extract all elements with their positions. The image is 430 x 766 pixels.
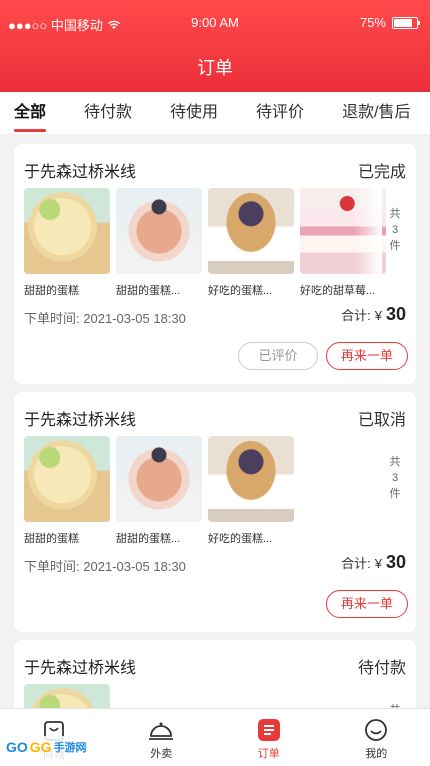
product-image: [116, 188, 202, 274]
cloche-icon: [149, 722, 174, 740]
product-name: 甜甜的蛋糕...: [116, 285, 181, 297]
watermark-logo: GO GG 手游网: [4, 736, 94, 758]
tabbar-item-me[interactable]: 我的: [323, 709, 430, 766]
tabbar-label: 我的: [365, 748, 388, 760]
product-name: 甜甜的蛋糕: [24, 533, 79, 545]
product-item[interactable]: 好吃的蛋糕...: [208, 188, 294, 298]
product-item[interactable]: 甜甜的蛋糕: [24, 188, 110, 298]
product-name: 甜甜的蛋糕...: [116, 533, 181, 545]
reorder-button[interactable]: 再来一单: [326, 590, 408, 618]
shop-name[interactable]: 于先森过桥米线: [24, 158, 136, 182]
smiley-user-icon: [365, 719, 388, 741]
product-name: 好吃的甜草莓...: [300, 285, 376, 297]
item-count: 共 3 件: [389, 456, 401, 500]
status-bar: ●●●○○ 中国移动 9:00 AM 75%: [0, 0, 430, 44]
tab-to-use[interactable]: 待使用: [170, 92, 218, 134]
tab-refund[interactable]: 退款/售后: [342, 92, 410, 134]
product-item[interactable]: 甜甜的蛋糕...: [116, 188, 202, 298]
order-status: 待付款: [357, 660, 406, 677]
item-count: 共 3 件: [389, 208, 401, 252]
product-item[interactable]: 甜甜的蛋糕: [24, 436, 110, 546]
tabbar-item-takeout[interactable]: 外卖: [108, 709, 216, 766]
order-time: 下单时间: 2021-03-05 18:30: [24, 311, 186, 326]
tab-pending-payment[interactable]: 待付款: [84, 92, 132, 134]
order-tabs: 全部 待付款 待使用 待评价 退款/售后: [0, 92, 430, 134]
product-list[interactable]: 甜甜的蛋糕 甜甜的蛋糕... 好吃的蛋糕... 好吃的甜草莓...: [24, 188, 386, 298]
product-name: 甜甜的蛋糕: [24, 285, 79, 297]
tabbar-label: 外卖: [150, 748, 173, 760]
product-item[interactable]: 甜甜的蛋糕...: [116, 436, 202, 546]
order-time: 下单时间: 2021-03-05 18:30: [24, 559, 186, 574]
battery-percent: 75%: [359, 15, 386, 30]
order-status: 已完成: [357, 164, 406, 181]
tabbar-label: 订单: [257, 748, 280, 760]
reorder-button[interactable]: 再来一单: [326, 342, 408, 370]
product-image: [116, 436, 202, 522]
tab-to-review[interactable]: 待评价: [256, 92, 304, 134]
battery-icon: [392, 16, 420, 29]
page-title: 订单: [197, 58, 233, 78]
product-name: 好吃的蛋糕...: [208, 533, 273, 545]
product-image: [24, 188, 110, 274]
reviewed-button[interactable]: 已评价: [238, 342, 318, 370]
product-name: 好吃的蛋糕...: [208, 285, 273, 297]
scroll-fade: [354, 188, 382, 274]
tabbar-item-orders[interactable]: 订单: [215, 709, 323, 766]
order-card[interactable]: 于先森过桥米线 已取消 甜甜的蛋糕 甜甜的蛋糕... 好吃的蛋糕... 共 3 …: [14, 392, 416, 632]
product-image: [208, 436, 294, 522]
product-list[interactable]: 甜甜的蛋糕 甜甜的蛋糕... 好吃的蛋糕...: [24, 436, 294, 546]
product-image: [208, 188, 294, 274]
order-status: 已取消: [357, 412, 406, 429]
order-card[interactable]: 于先森过桥米线 已完成 甜甜的蛋糕 甜甜的蛋糕... 好吃的蛋糕... 好吃的甜…: [14, 144, 416, 384]
shop-name[interactable]: 于先森过桥米线: [24, 406, 136, 430]
product-image: [24, 436, 110, 522]
tab-all[interactable]: 全部: [14, 92, 47, 134]
order-total: 合计: ¥ 30: [341, 552, 406, 572]
shop-name[interactable]: 于先森过桥米线: [24, 654, 136, 678]
product-item[interactable]: 好吃的蛋糕...: [208, 436, 294, 546]
order-total: 合计: ¥ 30: [341, 304, 406, 324]
order-list-icon: [257, 719, 280, 741]
app-header: ●●●○○ 中国移动 9:00 AM 75% 订单: [0, 0, 430, 92]
